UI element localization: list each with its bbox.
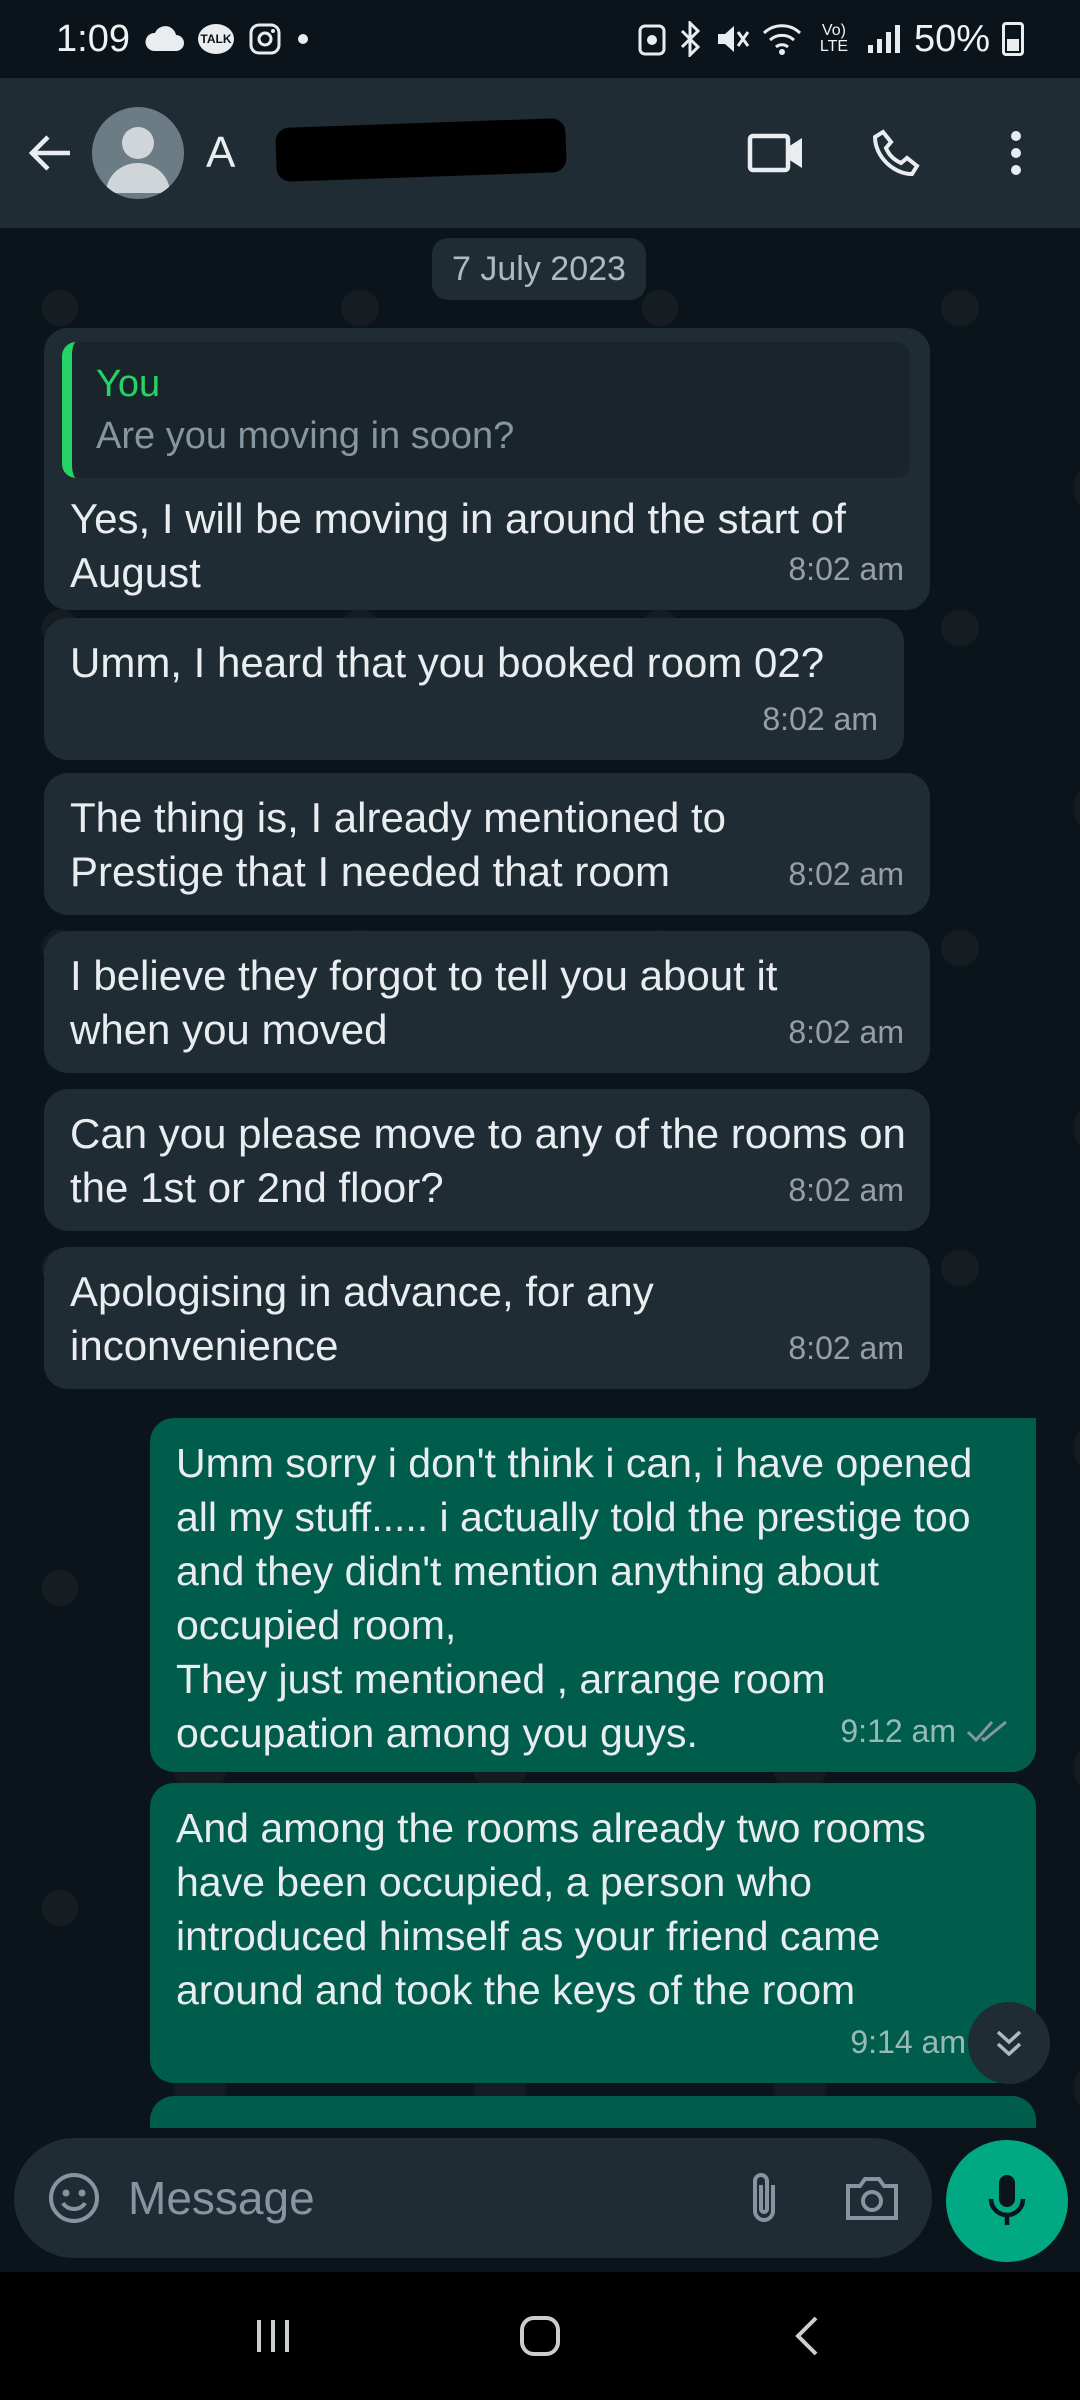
message-time: 8:02 am xyxy=(788,551,904,587)
microphone-icon xyxy=(988,2175,1026,2225)
message-text: The thing is, I already mentioned to Pre… xyxy=(70,794,727,895)
message-input[interactable]: Message xyxy=(128,2171,688,2225)
back-arrow-icon xyxy=(28,135,70,171)
double-chevron-down-icon xyxy=(996,2030,1022,2057)
message-outgoing[interactable]: Umm sorry i don't think i can, i have op… xyxy=(150,1418,1036,1772)
message-text: Umm, I heard that you booked room 02? xyxy=(70,639,825,686)
video-call-icon xyxy=(747,133,802,173)
message-text: And among the rooms already two rooms ha… xyxy=(176,1805,926,2013)
quoted-message[interactable]: You Are you moving in soon? xyxy=(62,342,910,478)
message-outgoing-partial[interactable] xyxy=(150,2096,1036,2128)
read-receipt-icon xyxy=(966,1720,1007,1743)
video-call-button[interactable] xyxy=(746,123,806,183)
voice-call-icon xyxy=(872,129,920,177)
chat-area[interactable]: 7 July 2023 You Are you moving in soon? … xyxy=(0,228,1080,2128)
camera-icon xyxy=(846,2177,898,2220)
attach-button[interactable] xyxy=(732,2166,796,2230)
voice-call-button[interactable] xyxy=(866,123,926,183)
network-label: Vo) LTE xyxy=(819,22,849,55)
talk-badge-icon: TALK xyxy=(197,24,234,54)
message-time: 8:02 am xyxy=(788,856,904,892)
message-text: Can you please move to any of the rooms … xyxy=(70,1110,906,1211)
avatar[interactable] xyxy=(92,107,184,199)
bluetooth-icon xyxy=(678,21,702,57)
quote-text: Are you moving in soon? xyxy=(96,415,515,457)
recents-icon xyxy=(257,2320,290,2352)
message-incoming[interactable]: The thing is, I already mentioned to Pre… xyxy=(44,773,930,915)
message-time: 8:02 am xyxy=(788,1014,904,1050)
status-time: 1:09 xyxy=(56,17,130,60)
mute-icon xyxy=(714,22,750,56)
message-text: Yes, I will be moving in around the star… xyxy=(70,495,846,596)
back-button[interactable] xyxy=(20,123,80,183)
message-incoming[interactable]: You Are you moving in soon? Yes, I will … xyxy=(44,328,930,610)
nav-back-button[interactable] xyxy=(767,2296,847,2376)
message-time: 9:12 am xyxy=(840,1704,1010,1758)
emoji-button[interactable] xyxy=(42,2166,106,2230)
emoji-icon xyxy=(49,2173,99,2223)
chat-header: A fl ate xyxy=(0,78,1080,228)
date-chip: 7 July 2023 xyxy=(432,238,646,300)
message-incoming[interactable]: Can you please move to any of the rooms … xyxy=(44,1089,930,1231)
message-text: I believe they forgot to tell you about … xyxy=(70,952,778,1053)
message-input-box[interactable]: Message xyxy=(14,2138,932,2258)
home-button[interactable] xyxy=(500,2296,580,2376)
battery-percent: 50% xyxy=(913,17,990,60)
dot-icon xyxy=(296,32,310,46)
home-icon xyxy=(519,2316,560,2356)
message-time: 8:02 am xyxy=(788,1330,904,1366)
message-incoming[interactable]: I believe they forgot to tell you about … xyxy=(44,931,930,1073)
chevron-left-icon xyxy=(794,2316,818,2356)
message-outgoing[interactable]: And among the rooms already two rooms ha… xyxy=(150,1783,1036,2083)
signal-icon xyxy=(866,23,902,55)
cloud-icon xyxy=(144,25,184,53)
instagram-icon xyxy=(248,22,282,56)
quote-author: You xyxy=(96,363,161,405)
more-options-icon xyxy=(1011,131,1021,175)
recycle-icon xyxy=(638,22,666,56)
compose-bar: Message xyxy=(0,2128,1080,2272)
message-time: 8:02 am xyxy=(788,1172,904,1208)
camera-button[interactable] xyxy=(840,2166,904,2230)
more-options-button[interactable] xyxy=(986,123,1046,183)
wifi-icon xyxy=(762,23,802,55)
scroll-to-bottom-button[interactable] xyxy=(968,2002,1050,2084)
message-text: Apologising in advance, for any inconven… xyxy=(70,1268,654,1369)
message-incoming[interactable]: Umm, I heard that you booked room 02? 8:… xyxy=(44,618,904,760)
recents-button[interactable] xyxy=(233,2296,313,2376)
system-nav-bar xyxy=(0,2272,1080,2400)
voice-message-button[interactable] xyxy=(946,2140,1068,2262)
status-bar: 1:09 TALK Vo) LTE 50% xyxy=(0,0,1080,78)
contact-name[interactable]: A fl ate xyxy=(206,117,586,183)
message-time: 9:14 am xyxy=(850,2024,966,2060)
battery-icon xyxy=(1002,22,1024,56)
redaction-mark xyxy=(275,117,567,183)
message-incoming[interactable]: Apologising in advance, for any inconven… xyxy=(44,1247,930,1389)
paperclip-icon xyxy=(753,2173,775,2222)
message-time: 8:02 am xyxy=(762,701,878,737)
